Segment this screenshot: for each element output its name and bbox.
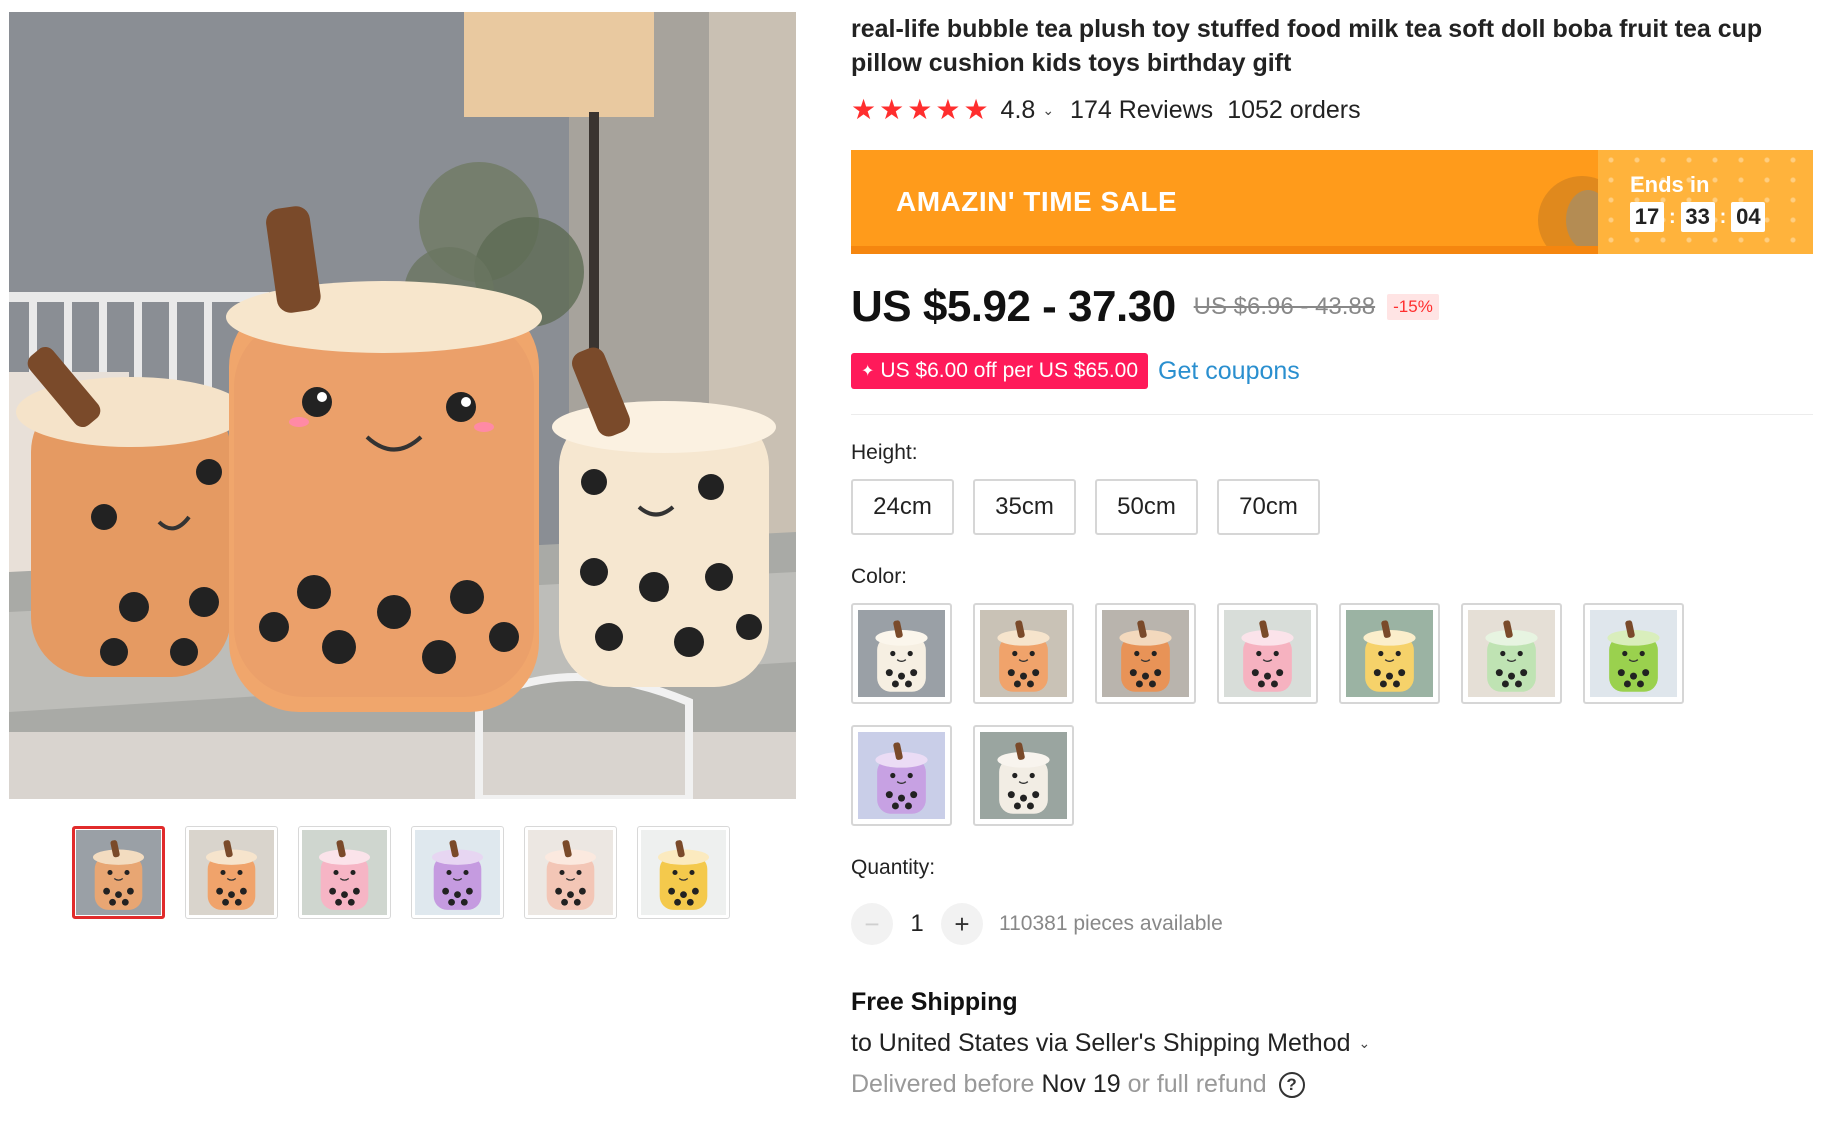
- color-swatch[interactable]: [1095, 603, 1196, 704]
- rating-stars: ★ ★ ★ ★ ★: [851, 96, 989, 124]
- quantity-value[interactable]: 1: [893, 910, 941, 938]
- color-swatch[interactable]: [1461, 603, 1562, 704]
- shipping-method-text: to United States via Seller's Shipping M…: [851, 1029, 1351, 1057]
- gallery-thumbnail[interactable]: [411, 826, 504, 919]
- sale-title: AMAZIN' TIME SALE: [896, 186, 1178, 217]
- time-sale-banner: AMAZIN' TIME SALE Ends in 17 : 33 : 04: [851, 150, 1813, 254]
- original-price: US $6.96 - 43.88: [1193, 293, 1376, 320]
- color-swatch[interactable]: [851, 725, 952, 826]
- timer-minutes: 33: [1680, 202, 1715, 232]
- gallery-thumbnail[interactable]: [72, 826, 165, 919]
- bubble-tea-plush-photo: [9, 12, 796, 799]
- timer-separator: :: [1669, 205, 1676, 228]
- price-row: US $5.92 - 37.30 US $6.96 - 43.88 -15%: [851, 282, 1813, 332]
- rating-value[interactable]: 4.8: [1001, 96, 1036, 125]
- chevron-down-icon[interactable]: ⌄: [1042, 102, 1054, 119]
- delivery-date: Nov 19: [1041, 1070, 1121, 1098]
- delivered-prefix: Delivered before: [851, 1070, 1035, 1098]
- height-options: 24cm 35cm 50cm 70cm: [851, 479, 1813, 535]
- timer-seconds: 04: [1731, 202, 1766, 232]
- pieces-available: 110381 pieces available: [999, 912, 1223, 935]
- gallery-thumbnail[interactable]: [637, 826, 730, 919]
- shipping-title: Free Shipping: [851, 988, 1018, 1016]
- color-swatch[interactable]: [973, 603, 1074, 704]
- ends-in-label: Ends in: [1630, 172, 1710, 197]
- thumbnail-strip: [72, 826, 730, 919]
- coupon-badge[interactable]: ✦ US $6.00 off per US $65.00: [851, 353, 1149, 389]
- gallery-thumbnail[interactable]: [524, 826, 617, 919]
- sparkle-icon: ✦: [861, 363, 875, 380]
- timer-hours: 17: [1630, 202, 1664, 232]
- color-label: Color:: [851, 565, 908, 588]
- coupon-text: US $6.00 off per US $65.00: [880, 359, 1139, 382]
- coupon-row: ✦ US $6.00 off per US $65.00 Get coupons: [851, 352, 1813, 390]
- delivered-suffix: or full refund: [1127, 1070, 1267, 1098]
- height-option-24cm[interactable]: 24cm: [851, 479, 954, 535]
- help-circle-icon[interactable]: ?: [1278, 1071, 1305, 1098]
- height-option-50cm[interactable]: 50cm: [1095, 479, 1198, 535]
- height-option-35cm[interactable]: 35cm: [973, 479, 1076, 535]
- plus-icon[interactable]: +: [941, 903, 983, 945]
- color-swatch[interactable]: [973, 725, 1074, 826]
- color-swatch[interactable]: [1217, 603, 1318, 704]
- reviews-count[interactable]: 174 Reviews: [1070, 96, 1213, 125]
- orders-count: 1052 orders: [1227, 95, 1361, 124]
- minus-icon[interactable]: −: [851, 903, 893, 945]
- discount-badge: -15%: [1387, 294, 1439, 320]
- gallery-thumbnail[interactable]: [185, 826, 278, 919]
- quantity-label: Quantity:: [851, 856, 936, 879]
- countdown-timer: 17 : 33 : 04: [1630, 202, 1813, 232]
- color-options: [851, 603, 1711, 826]
- current-price: US $5.92 - 37.30: [851, 282, 1176, 331]
- product-info: real-life bubble tea plush toy stuffed f…: [851, 0, 1813, 1099]
- quantity-stepper: − 1 + 110381 pieces available: [851, 902, 1813, 946]
- rating-row: ★ ★ ★ ★ ★ 4.8 ⌄ 174 Reviews 1052 orders: [851, 94, 1813, 126]
- delivery-estimate: Delivered before Nov 19 or full refund ?: [851, 1070, 1813, 1099]
- star-icon: ★: [907, 94, 933, 125]
- main-product-image[interactable]: [9, 12, 796, 799]
- star-icon: ★: [879, 94, 905, 125]
- timer-separator: :: [1719, 205, 1727, 228]
- product-title: real-life bubble tea plush toy stuffed f…: [851, 15, 1763, 77]
- height-label: Height:: [851, 441, 918, 464]
- color-swatch[interactable]: [851, 603, 952, 704]
- color-swatch[interactable]: [1583, 603, 1684, 704]
- shipping-method[interactable]: to United States via Seller's Shipping M…: [851, 1029, 1813, 1058]
- star-icon: ★: [963, 94, 989, 125]
- color-swatch[interactable]: [1339, 603, 1440, 704]
- divider: [851, 414, 1813, 415]
- get-coupons-link[interactable]: Get coupons: [1158, 357, 1300, 386]
- star-icon: ★: [851, 94, 877, 125]
- star-icon: ★: [935, 94, 961, 125]
- gallery-thumbnail[interactable]: [298, 826, 391, 919]
- sale-countdown: Ends in 17 : 33 : 04: [1598, 150, 1813, 254]
- sale-main: AMAZIN' TIME SALE: [851, 150, 1598, 254]
- height-option-70cm[interactable]: 70cm: [1217, 479, 1320, 535]
- chevron-down-icon[interactable]: ⌄: [1359, 1035, 1371, 1052]
